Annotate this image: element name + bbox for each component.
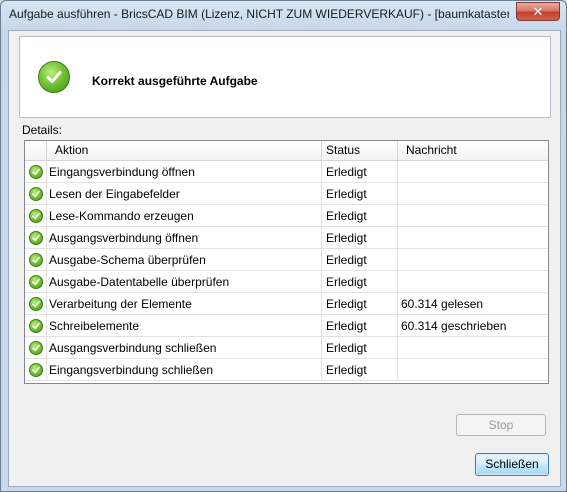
table-row[interactable]: Verarbeitung der Elemente Erledigt 60.314 … <box>25 293 548 315</box>
row-icon-cell <box>25 161 47 183</box>
success-check-icon <box>29 165 43 179</box>
row-action: Lesen der Eingabefelder <box>47 183 322 205</box>
row-action: Ausgangsverbindung öffnen <box>47 227 322 249</box>
window-close-button[interactable]: ✕ <box>516 2 560 21</box>
row-action: Ausgabe-Datentabelle überprüfen <box>47 271 322 293</box>
table-header: Aktion Status Nachricht <box>25 141 548 161</box>
row-status: Erledigt <box>322 337 398 359</box>
row-message <box>398 161 548 183</box>
row-icon-cell <box>25 183 47 205</box>
row-icon-cell <box>25 359 47 381</box>
row-icon-cell <box>25 227 47 249</box>
row-message <box>398 183 548 205</box>
status-title: Korrekt ausgeführte Aufgabe <box>92 74 258 88</box>
stop-button[interactable]: Stop <box>456 414 546 436</box>
table-row[interactable]: Ausgangsverbindung schließen Erledigt <box>25 337 548 359</box>
row-message <box>398 337 548 359</box>
row-status: Erledigt <box>322 183 398 205</box>
details-label: Details: <box>22 123 63 137</box>
column-header-action[interactable]: Aktion <box>47 141 322 160</box>
task-dialog-window: Aufgabe ausführen - BricsCAD BIM (Lizenz… <box>0 0 567 492</box>
success-check-icon <box>29 253 43 267</box>
row-action: Lese-Kommando erzeugen <box>47 205 322 227</box>
row-message: 60.314 geschrieben <box>398 315 548 337</box>
row-status: Erledigt <box>322 161 398 183</box>
table-row[interactable]: Eingangsverbindung schließen Erledigt <box>25 359 548 381</box>
status-panel: Korrekt ausgeführte Aufgabe <box>19 36 551 118</box>
row-icon-cell <box>25 315 47 337</box>
success-check-icon <box>29 297 43 311</box>
table-row[interactable]: Schreibelemente Erledigt 60.314 geschriebe… <box>25 315 548 337</box>
table-row[interactable]: Eingangsverbindung öffnen Erledigt <box>25 161 548 183</box>
row-message <box>398 205 548 227</box>
table-row[interactable]: Ausgabe-Schema überprüfen Erledigt <box>25 249 548 271</box>
row-message <box>398 359 548 381</box>
close-button[interactable]: Schließen <box>475 453 549 476</box>
success-check-icon <box>29 209 43 223</box>
details-table[interactable]: Aktion Status Nachricht Eingangsverbindu… <box>24 140 549 384</box>
dialog-client-area: Korrekt ausgeführte Aufgabe Details: Akt… <box>8 30 561 487</box>
window-title: Aufgabe ausführen - BricsCAD BIM (Lizenz… <box>9 7 509 21</box>
row-action: Verarbeitung der Elemente <box>47 293 322 315</box>
success-check-icon <box>29 319 43 333</box>
table-row[interactable]: Lese-Kommando erzeugen Erledigt <box>25 205 548 227</box>
row-status: Erledigt <box>322 359 398 381</box>
success-check-icon <box>29 363 43 377</box>
column-header-status[interactable]: Status <box>322 141 398 160</box>
row-action: Schreibelemente <box>47 315 322 337</box>
table-row[interactable]: Ausgabe-Datentabelle überprüfen Erledigt <box>25 271 548 293</box>
row-status: Erledigt <box>322 293 398 315</box>
row-status: Erledigt <box>322 249 398 271</box>
success-check-icon <box>38 61 70 93</box>
success-check-icon <box>29 275 43 289</box>
row-action: Ausgabe-Schema überprüfen <box>47 249 322 271</box>
row-action: Ausgangsverbindung schließen <box>47 337 322 359</box>
column-header-icon[interactable] <box>25 141 47 160</box>
row-status: Erledigt <box>322 205 398 227</box>
column-header-message[interactable]: Nachricht <box>398 141 548 160</box>
row-icon-cell <box>25 205 47 227</box>
table-row[interactable]: Lesen der Eingabefelder Erledigt <box>25 183 548 205</box>
row-message <box>398 249 548 271</box>
success-check-icon <box>29 231 43 245</box>
row-action: Eingangsverbindung schließen <box>47 359 322 381</box>
row-status: Erledigt <box>322 315 398 337</box>
row-status: Erledigt <box>322 227 398 249</box>
row-message: 60.314 gelesen <box>398 293 548 315</box>
row-icon-cell <box>25 337 47 359</box>
row-icon-cell <box>25 271 47 293</box>
success-check-icon <box>29 187 43 201</box>
row-message <box>398 227 548 249</box>
row-icon-cell <box>25 293 47 315</box>
table-row[interactable]: Ausgangsverbindung öffnen Erledigt <box>25 227 548 249</box>
row-status: Erledigt <box>322 271 398 293</box>
row-action: Eingangsverbindung öffnen <box>47 161 322 183</box>
success-check-icon <box>29 341 43 355</box>
title-bar[interactable]: Aufgabe ausführen - BricsCAD BIM (Lizenz… <box>1 1 566 29</box>
row-message <box>398 271 548 293</box>
row-icon-cell <box>25 249 47 271</box>
